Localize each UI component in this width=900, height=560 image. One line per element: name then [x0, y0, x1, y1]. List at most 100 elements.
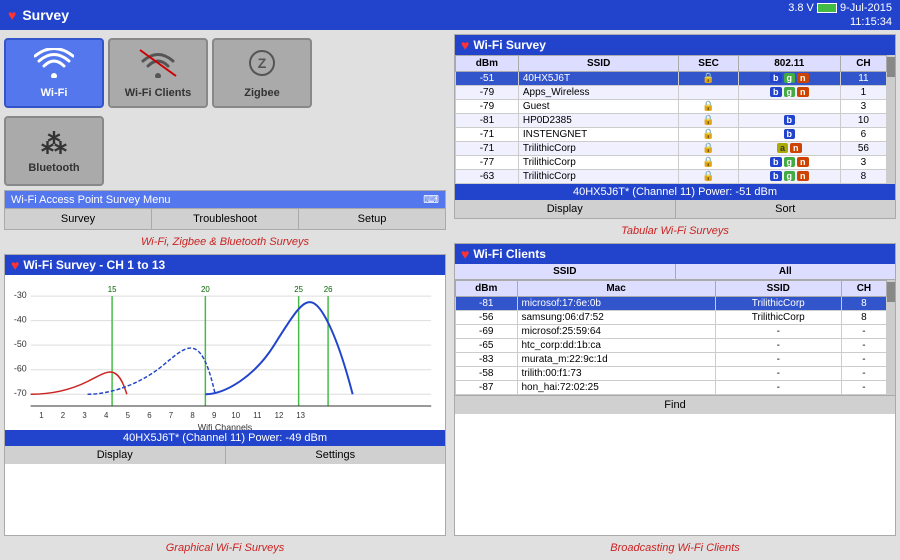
svg-text:13: 13	[296, 411, 305, 420]
survey-display-button[interactable]: Display	[455, 200, 676, 218]
survey-table-container: dBm SSID SEC 802.11 CH -51 40HX5J6T 🔒 bg…	[455, 55, 895, 184]
client-cell-mac: htc_corp:dd:1b:ca	[517, 339, 715, 353]
clients-find-button[interactable]: Find	[455, 396, 895, 414]
clients-filter-row: SSID All	[455, 264, 895, 280]
troubleshoot-button[interactable]: Troubleshoot	[152, 209, 299, 229]
heart-icon: ♥	[8, 7, 16, 23]
clients-col-ch: CH	[841, 281, 886, 297]
svg-text:20: 20	[201, 285, 210, 294]
svg-text:5: 5	[126, 411, 131, 420]
cell-ch: 11	[840, 72, 886, 86]
battery-icon	[817, 3, 837, 13]
zigbee-icon: Z	[244, 48, 280, 85]
clients-table-row[interactable]: -58 trilith:00:f1:73 - -	[456, 367, 887, 381]
survey-table-row[interactable]: -63 TrilithicCorp 🔒 bgn 8	[456, 170, 887, 184]
client-cell-mac: microsof:17:6e:0b	[517, 297, 715, 311]
client-cell-dbm: -83	[456, 353, 518, 367]
clients-filter-value[interactable]: All	[676, 264, 896, 279]
chart-display-button[interactable]: Display	[5, 446, 226, 464]
survey-table-row[interactable]: -71 INSTENGNET 🔒 b 6	[456, 128, 887, 142]
cell-ch: 10	[840, 114, 886, 128]
wifi-clients-title: ♥ Wi-Fi Clients	[455, 244, 895, 264]
ap-survey-desc: Wi-Fi, Zigbee & Bluetooth Surveys	[4, 234, 446, 250]
clients-table-row[interactable]: -56 samsung:06:d7:52 TrilithicCorp 8	[456, 311, 887, 325]
wifi-clients-section: ♥ Wi-Fi Clients SSID All dBm Mac SSID CH	[454, 243, 896, 536]
clients-table-row[interactable]: -65 htc_corp:dd:1b:ca - -	[456, 339, 887, 353]
client-cell-dbm: -65	[456, 339, 518, 353]
wifi-survey-title: ♥ Wi-Fi Survey	[455, 35, 895, 55]
chart-title: ♥ Wi-Fi Survey - CH 1 to 13	[5, 255, 445, 275]
wifi-btn-label: Wi-Fi	[41, 87, 68, 99]
client-cell-dbm: -81	[456, 297, 518, 311]
client-cell-dbm: -56	[456, 311, 518, 325]
cell-dbm: -71	[456, 128, 519, 142]
clients-ssid-filter-label: SSID	[455, 264, 676, 279]
date-label: 9-Jul-2015	[840, 2, 892, 14]
wifi-icon	[34, 48, 74, 85]
svg-text:7: 7	[169, 411, 173, 420]
client-cell-mac: hon_hai:72:02:25	[517, 381, 715, 395]
cell-80211: bgn	[738, 170, 840, 184]
svg-text:15: 15	[108, 285, 117, 294]
clients-table-row[interactable]: -69 microsof:25:59:64 - -	[456, 325, 887, 339]
clients-scrollbar[interactable]	[887, 280, 895, 395]
survey-table-row[interactable]: -79 Apps_Wireless bgn 1	[456, 86, 887, 100]
survey-scrollbar[interactable]	[887, 55, 895, 184]
client-cell-ssid: -	[715, 353, 841, 367]
cell-ssid: TrilithicCorp	[518, 142, 679, 156]
clients-table-container: dBm Mac SSID CH -81 microsof:17:6e:0b Tr…	[455, 280, 895, 395]
col-dbm: dBm	[456, 56, 519, 72]
wifi-button[interactable]: Wi-Fi	[4, 38, 104, 108]
cell-sec: 🔒	[679, 170, 738, 184]
survey-bottom-buttons: Display Sort	[455, 200, 895, 218]
col-80211: 802.11	[738, 56, 840, 72]
bluetooth-button[interactable]: ⁂ Bluetooth	[4, 116, 104, 186]
bluetooth-btn-label: Bluetooth	[28, 162, 79, 174]
left-panel: Wi-Fi Wi-Fi Clients Z	[0, 30, 450, 560]
cell-ch: 3	[840, 156, 886, 170]
survey-table-row[interactable]: -77 TrilithicCorp 🔒 bgn 3	[456, 156, 887, 170]
wifi-survey-title-text: Wi-Fi Survey	[473, 38, 546, 52]
col-sec: SEC	[679, 56, 738, 72]
cell-dbm: -71	[456, 142, 519, 156]
client-cell-dbm: -58	[456, 367, 518, 381]
app-title: Survey	[22, 7, 69, 23]
chart-section: ♥ Wi-Fi Survey - CH 1 to 13 -30 -40 -50 …	[4, 254, 446, 536]
setup-button[interactable]: Setup	[299, 209, 445, 229]
chart-settings-button[interactable]: Settings	[226, 446, 446, 464]
client-cell-ch: 8	[841, 297, 886, 311]
clients-table-row[interactable]: -83 murata_m:22:9c:1d - -	[456, 353, 887, 367]
survey-button[interactable]: Survey	[5, 209, 152, 229]
cell-ssid: INSTENGNET	[518, 128, 679, 142]
zigbee-button[interactable]: Z Zigbee	[212, 38, 312, 108]
cell-dbm: -79	[456, 86, 519, 100]
svg-text:8: 8	[190, 411, 195, 420]
wifi-clients-button[interactable]: Wi-Fi Clients	[108, 38, 208, 108]
survey-table-row[interactable]: -81 HP0D2385 🔒 b 10	[456, 114, 887, 128]
cell-80211: bgn	[738, 86, 840, 100]
survey-heart-icon: ♥	[461, 37, 469, 53]
cell-80211: b	[738, 128, 840, 142]
clients-heart-icon: ♥	[461, 246, 469, 262]
client-cell-ssid: -	[715, 381, 841, 395]
svg-text:4: 4	[104, 411, 109, 420]
cell-80211: bgn	[738, 156, 840, 170]
svg-text:1: 1	[39, 411, 43, 420]
clients-table-row[interactable]: -81 microsof:17:6e:0b TrilithicCorp 8	[456, 297, 887, 311]
survey-table-row[interactable]: -71 TrilithicCorp 🔒 an 56	[456, 142, 887, 156]
client-cell-ch: -	[841, 325, 886, 339]
cell-sec: 🔒	[679, 100, 738, 114]
cell-ssid: 40HX5J6T	[518, 72, 679, 86]
zigbee-btn-label: Zigbee	[244, 87, 279, 99]
clients-table-row[interactable]: -87 hon_hai:72:02:25 - -	[456, 381, 887, 395]
broadcasting-desc: Broadcasting Wi-Fi Clients	[454, 540, 896, 556]
survey-table-row[interactable]: -51 40HX5J6T 🔒 bgn 11	[456, 72, 887, 86]
survey-table-row[interactable]: -79 Guest 🔒 3	[456, 100, 887, 114]
wifi-survey-section: ♥ Wi-Fi Survey dBm SSID SEC 802.11 CH	[454, 34, 896, 219]
cell-sec: 🔒	[679, 156, 738, 170]
cell-ssid: Guest	[518, 100, 679, 114]
cell-ch: 56	[840, 142, 886, 156]
wifi-clients-title-text: Wi-Fi Clients	[473, 247, 546, 261]
wifi-clients-btn-label: Wi-Fi Clients	[125, 87, 192, 99]
survey-sort-button[interactable]: Sort	[676, 200, 896, 218]
